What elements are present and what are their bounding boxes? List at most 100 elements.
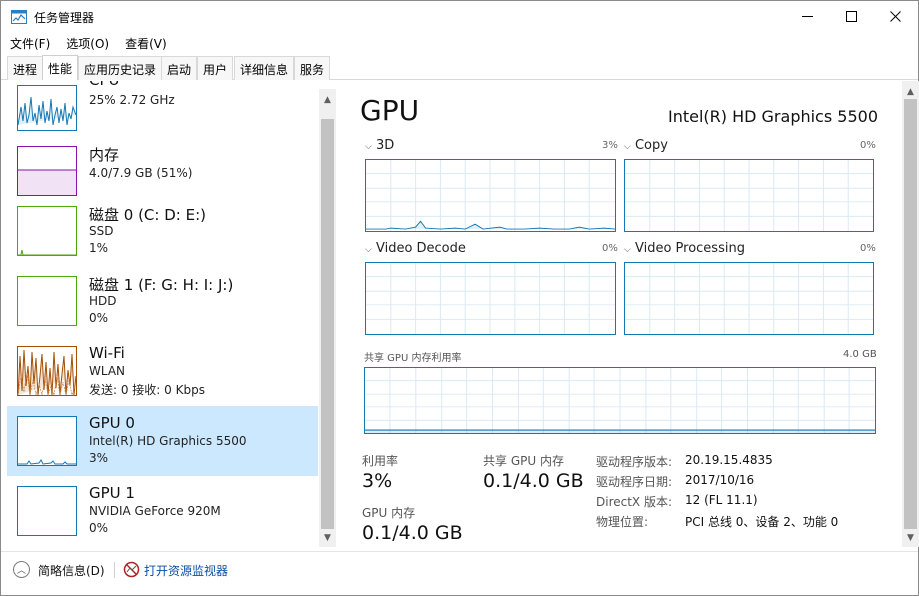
minimize-icon [801,16,813,17]
footer-bar: ︿ 简略信息(D) 打开资源监视器 [1,551,918,595]
physical-location-label: 物理位置: [596,515,649,529]
engine-video-decode-graph [365,262,616,335]
gpu-detail-pane: GPU Intel(R) HD Graphics 5500 ⌵ 3D 3% ⌵ … [337,81,900,547]
detail-pane-scrollbar[interactable]: ▲ ▼ [902,81,919,547]
footer-divider [114,562,115,578]
utilization-value: 3% [362,470,393,492]
maximize-button[interactable] [828,1,874,32]
cpu-thumbnail-graph [17,85,77,131]
tab-details[interactable]: 详细信息 [234,56,295,80]
gpu-1-thumbnail-graph [17,486,77,536]
resource-list-scrollbar[interactable]: ▲ ▼ [319,89,336,547]
resource-subtitle: WLAN [89,364,126,378]
disk-0-thumbnail-graph [17,206,77,256]
engine-name: Video Processing [634,241,745,256]
resource-title: Wi-Fi [89,344,125,362]
engine-percent: 0% [860,140,876,151]
engine-name: 3D [375,138,395,153]
tab-users[interactable]: 用户 [197,56,234,80]
resource-item-disk-0[interactable]: 磁盘 0 (C: D: E:) SSD 1% [7,199,318,269]
title-bar[interactable]: 任务管理器 [1,1,918,32]
menu-file[interactable]: 文件(F) [1,32,57,54]
detail-heading: GPU [360,94,420,127]
maximize-icon [845,11,857,22]
shared-memory-label: 共享 GPU 内存 [483,454,564,468]
resource-value: 0% [89,521,109,535]
engine-selector-3d[interactable]: ⌵ 3D [365,138,394,153]
tab-services[interactable]: 服务 [294,56,331,80]
tab-startup[interactable]: 启动 [161,56,198,80]
resource-value: 1% [89,241,109,255]
engine-percent: 0% [602,243,618,254]
resource-subtitle: NVIDIA GeForce 920M [89,504,221,518]
engine-video-processing-graph [624,262,874,335]
resource-value: 0% [89,311,109,325]
chevron-down-icon: ⌵ [624,245,631,255]
shared-memory-graph [364,367,876,434]
engine-3d-graph [365,159,616,232]
close-icon [889,11,901,22]
scroll-up-arrow-icon[interactable]: ▲ [319,91,336,108]
resource-subtitle: HDD [89,294,117,308]
scrollbar-thumb[interactable] [321,119,334,529]
gpu-model-name: Intel(R) HD Graphics 5500 [667,107,878,126]
gpu-memory-value: 0.1/4.0 GB [362,522,463,544]
chevron-up-icon[interactable]: ︿ [13,561,30,578]
minimize-button[interactable] [784,1,830,32]
tab-performance[interactable]: 性能 [42,55,79,80]
scrollbar-thumb[interactable] [904,99,917,529]
resource-subtitle: SSD [89,224,114,238]
window-title: 任务管理器 [34,11,95,25]
open-resource-monitor-link[interactable]: 打开资源监视器 [144,562,228,579]
engine-selector-video-decode[interactable]: ⌵ Video Decode [365,241,466,256]
chevron-down-icon: ⌵ [365,245,372,255]
utilization-label: 利用率 [362,454,399,468]
tab-app-history[interactable]: 应用历史记录 [78,56,163,80]
close-button[interactable] [872,1,918,32]
scroll-down-arrow-icon[interactable]: ▼ [319,529,336,546]
resource-title: 磁盘 1 (F: G: H: I: J:) [89,276,234,294]
resource-subtitle: 25% 2.72 GHz [89,93,175,107]
task-manager-app-icon [11,10,27,24]
resource-value: 3% [89,451,109,465]
resource-item-cpu[interactable]: CPU 25% 2.72 GHz [7,81,318,141]
driver-date-label: 驱动程序日期: [596,475,673,489]
resource-item-gpu-0[interactable]: GPU 0 Intel(R) HD Graphics 5500 3% [7,406,318,476]
resource-item-disk-1[interactable]: 磁盘 1 (F: G: H: I: J:) HDD 0% [7,269,318,339]
resource-title: 内存 [89,146,120,164]
driver-version-value: 20.19.15.4835 [685,453,773,467]
resource-item-wifi[interactable]: Wi-Fi WLAN 发送: 0 接收: 0 Kbps [7,339,318,409]
task-manager-window: 任务管理器 文件(F) 选项(O) 查看(V) 进程 性能 应用历史记录 启动 … [0,0,919,596]
menu-view[interactable]: 查看(V) [116,32,174,54]
resource-title: GPU 1 [89,484,135,502]
resource-title: CPU [89,81,120,89]
resource-title: 磁盘 0 (C: D: E:) [89,206,206,224]
resource-item-gpu-1[interactable]: GPU 1 NVIDIA GeForce 920M 0% [7,479,318,547]
tab-processes[interactable]: 进程 [7,56,44,80]
physical-location-value: PCI 总线 0、设备 2、功能 0 [685,515,839,529]
engine-copy-graph [624,159,874,232]
engine-name: Copy [634,138,668,153]
scroll-down-arrow-icon[interactable]: ▼ [902,529,919,546]
tab-bar: 进程 性能 应用历史记录 启动 用户 详细信息 服务 [1,55,918,80]
resource-title: GPU 0 [89,414,135,432]
resource-value: 发送: 0 接收: 0 Kbps [89,383,205,397]
menu-options[interactable]: 选项(O) [57,32,116,54]
fewer-details-button[interactable]: 简略信息(D) [38,562,105,579]
directx-version-value: 12 (FL 11.1) [685,493,758,507]
engine-percent: 0% [860,243,876,254]
gpu-memory-label: GPU 内存 [362,506,416,520]
disk-1-thumbnail-graph [17,276,77,326]
engine-percent: 3% [602,140,618,151]
engine-selector-video-processing[interactable]: ⌵ Video Processing [624,241,745,256]
memory-thumbnail-graph [17,146,77,196]
resource-subtitle: Intel(R) HD Graphics 5500 [89,434,247,448]
wifi-thumbnail-graph [17,346,77,396]
engine-selector-copy[interactable]: ⌵ Copy [624,138,668,153]
shared-memory-graph-max: 4.0 GB [843,349,877,360]
scroll-up-arrow-icon[interactable]: ▲ [902,83,919,100]
resource-monitor-icon[interactable] [123,561,140,578]
directx-version-label: DirectX 版本: [596,495,673,509]
chevron-down-icon: ⌵ [624,142,631,152]
menu-bar: 文件(F) 选项(O) 查看(V) [1,32,918,54]
